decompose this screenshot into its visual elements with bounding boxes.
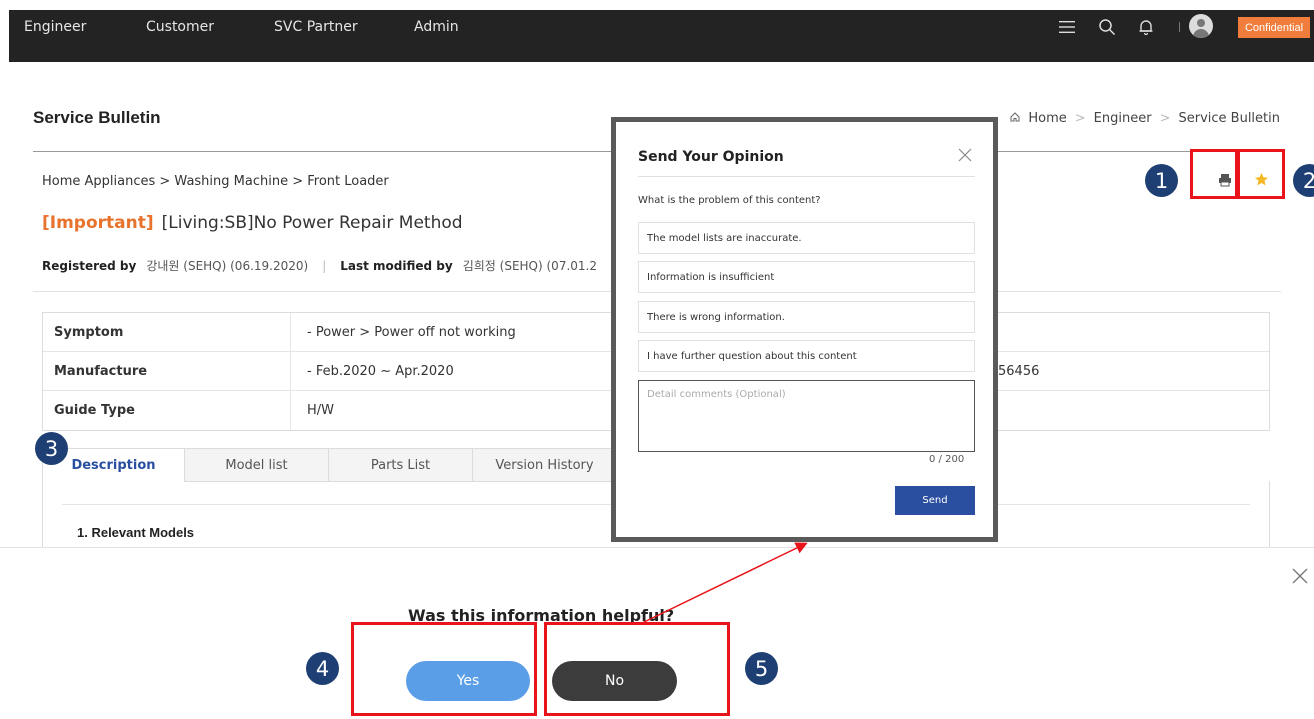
step-marker-5: 5 — [745, 652, 778, 685]
breadcrumb-service-bulletin[interactable]: Service Bulletin — [1178, 111, 1280, 126]
send-opinion-modal: Send Your Opinion What is the problem of… — [611, 117, 998, 542]
char-counter: 0 / 200 — [929, 454, 965, 465]
nav-link-engineer[interactable]: Engineer — [24, 19, 86, 35]
modal-divider — [638, 176, 975, 177]
nav-link-svc-partner[interactable]: SVC Partner — [274, 19, 358, 35]
bulletin-meta: Registered by 강내원 (SEHQ) (06.19.2020) | Las… — [42, 257, 597, 274]
send-button[interactable]: Send — [895, 486, 975, 515]
bell-icon[interactable] — [1135, 16, 1157, 38]
modal-question: What is the problem of this content? — [638, 195, 821, 206]
option-insufficient-info[interactable]: Information is insufficient — [638, 261, 975, 293]
breadcrumb-engineer[interactable]: Engineer — [1094, 111, 1152, 126]
modal-title: Send Your Opinion — [638, 149, 784, 165]
modal-close-icon[interactable] — [956, 146, 974, 164]
symptom-value: - Power > Power off not working — [307, 324, 516, 340]
headline-text: [Living:SB]No Power Repair Method — [161, 213, 463, 233]
tab-version-history[interactable]: Version History — [472, 448, 617, 482]
home-icon[interactable] — [1010, 111, 1020, 126]
modified-label: Last modified by — [340, 259, 453, 273]
chevron-right-icon: > — [1074, 111, 1086, 126]
tab-parts-list[interactable]: Parts List — [328, 448, 473, 482]
category-path: Home Appliances > Washing Machine > Fron… — [42, 174, 389, 189]
step-marker-2: 2 — [1293, 164, 1314, 197]
menu-icon[interactable] — [1056, 16, 1078, 38]
tab-model-list[interactable]: Model list — [184, 448, 329, 482]
breadcrumb: Home > Engineer > Service Bulletin — [1010, 111, 1280, 126]
highlight-no — [544, 622, 730, 716]
important-tag: [Important] — [42, 213, 154, 233]
user-avatar-icon[interactable] — [1189, 14, 1213, 38]
manufacture-label: Manufacture — [43, 352, 291, 390]
step-marker-4: 4 — [306, 652, 339, 685]
step-marker-3: 3 — [35, 432, 68, 465]
guide-type-label: Guide Type — [43, 391, 291, 430]
confidential-badge: Confidential — [1238, 17, 1310, 38]
highlight-yes — [351, 622, 537, 716]
meta-divider: | — [322, 259, 327, 273]
comment-textarea[interactable] — [638, 380, 975, 452]
guide-type-value: H/W — [307, 403, 335, 418]
option-inaccurate-models[interactable]: The model lists are inaccurate. — [638, 222, 975, 254]
bulletin-headline: [Important] [Living:SB]No Power Repair Me… — [42, 213, 463, 233]
section-title: 1. Relevant Models — [77, 525, 195, 540]
chevron-right-icon: > — [1159, 111, 1171, 126]
registered-label: Registered by — [42, 259, 137, 273]
nav-divider — [1179, 22, 1180, 32]
nav-link-customer[interactable]: Customer — [146, 19, 214, 35]
modified-value: 김희정 (SEHQ) (07.01.2 — [462, 259, 597, 273]
search-icon[interactable] — [1096, 16, 1118, 38]
highlight-print — [1190, 149, 1238, 199]
option-further-question[interactable]: I have further question about this conte… — [638, 340, 975, 372]
registered-value: 강내원 (SEHQ) (06.19.2020) — [146, 259, 309, 273]
symptom-label: Symptom — [43, 313, 291, 351]
step-marker-1: 1 — [1145, 164, 1178, 197]
manufacture-value: - Feb.2020 ~ Apr.2020 — [307, 363, 454, 379]
breadcrumb-home[interactable]: Home — [1028, 111, 1066, 126]
close-icon[interactable] — [1290, 566, 1310, 586]
manufacture-extra: 56456 — [998, 363, 1040, 379]
highlight-favorite — [1237, 149, 1285, 199]
nav-link-admin[interactable]: Admin — [414, 19, 459, 35]
page-title: Service Bulletin — [33, 108, 161, 127]
top-navigation-bar: Engineer Customer SVC Partner Admin Conf… — [9, 10, 1314, 62]
option-wrong-info[interactable]: There is wrong information. — [638, 301, 975, 333]
